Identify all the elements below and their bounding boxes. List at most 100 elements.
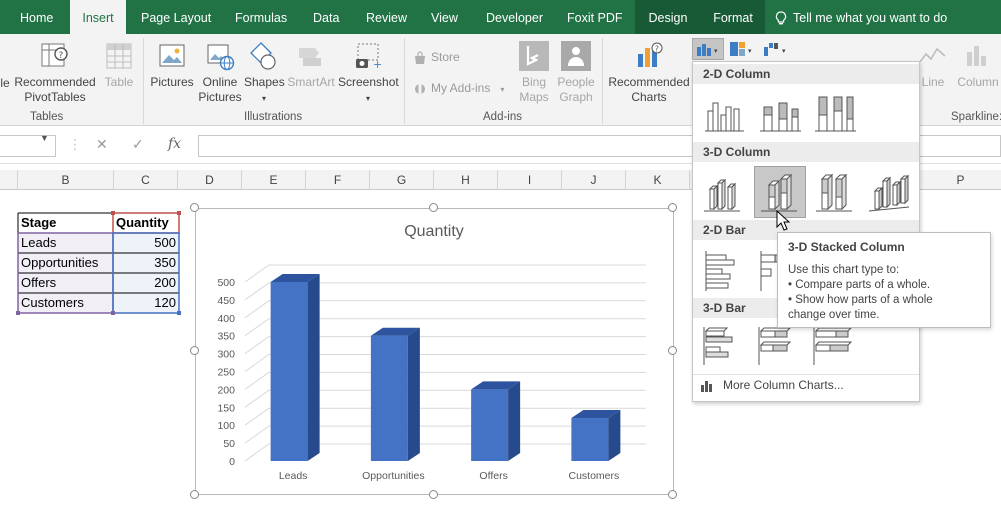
- table-cell-quantity[interactable]: 500: [113, 233, 179, 253]
- y-tick-label: 200: [217, 384, 235, 396]
- tab-home[interactable]: Home: [20, 0, 53, 34]
- bing-maps-button[interactable]: Bing Maps: [515, 40, 553, 105]
- x-category-label: Opportunities: [362, 470, 424, 482]
- y-tick-label: 0: [229, 456, 235, 468]
- chart-bar[interactable]: [270, 274, 320, 461]
- table-cell-stage[interactable]: Opportunities: [18, 253, 113, 273]
- table-header-quantity[interactable]: Quantity: [113, 213, 179, 233]
- column-chart-icon: [701, 380, 712, 392]
- pictures-button[interactable]: Pictures: [148, 40, 196, 90]
- people-graph-button[interactable]: People Graph: [555, 40, 597, 105]
- tab-foxit-pdf[interactable]: Foxit PDF: [567, 0, 623, 34]
- tab-insert[interactable]: Insert: [70, 0, 126, 34]
- store-icon: [415, 51, 425, 64]
- column-header[interactable]: B: [18, 170, 114, 190]
- tab-review[interactable]: Review: [366, 0, 407, 34]
- resize-handle[interactable]: [668, 490, 677, 499]
- table-cell-stage[interactable]: Leads: [18, 233, 113, 253]
- chart-bar[interactable]: [571, 410, 621, 461]
- chevron-down-icon: ▾: [365, 94, 370, 103]
- resize-handle[interactable]: [668, 203, 677, 212]
- chevron-down-icon: ▾: [500, 85, 505, 94]
- column-header[interactable]: G: [370, 170, 434, 190]
- insert-function-button[interactable]: fx: [168, 136, 181, 152]
- x-category-label: Customers: [568, 470, 619, 482]
- pivottable-button-partial[interactable]: le: [0, 76, 10, 91]
- 3d-100-stacked-column-option[interactable]: [809, 166, 861, 218]
- table-button[interactable]: Table: [100, 40, 138, 90]
- column-header[interactable]: J: [562, 170, 626, 190]
- tab-data[interactable]: Data: [313, 0, 339, 34]
- resize-handle[interactable]: [429, 490, 438, 499]
- tab-developer[interactable]: Developer: [486, 0, 543, 34]
- column-header[interactable]: E: [242, 170, 306, 190]
- clustered-bar-option[interactable]: [699, 244, 751, 296]
- column-header[interactable]: P: [920, 170, 1001, 190]
- column-header[interactable]: H: [434, 170, 498, 190]
- resize-handle[interactable]: [190, 203, 199, 212]
- cancel-button[interactable]: ✕: [96, 136, 108, 153]
- recommended-charts-label-2: Charts: [631, 90, 667, 104]
- people-graph-icon: [561, 41, 591, 71]
- chart-bar[interactable]: [370, 327, 420, 461]
- shapes-button[interactable]: Shapes ▾: [244, 40, 285, 106]
- clustered-column-option[interactable]: [699, 88, 751, 140]
- insert-column-chart-button[interactable]: ▾: [692, 38, 724, 60]
- tab-design[interactable]: Design: [635, 0, 701, 34]
- chevron-down-icon[interactable]: ▼: [40, 133, 49, 143]
- table-cell-quantity[interactable]: 200: [113, 273, 179, 293]
- online-pictures-button[interactable]: Online Pictures: [197, 40, 243, 105]
- more-column-charts-link[interactable]: More Column Charts...: [699, 378, 844, 393]
- resize-handle[interactable]: [429, 203, 438, 212]
- tab-view[interactable]: View: [431, 0, 458, 34]
- tell-me-text: Tell me what you want to do: [793, 11, 948, 25]
- smartart-button[interactable]: SmartArt: [286, 40, 336, 90]
- 3d-clustered-column-option[interactable]: [699, 166, 751, 218]
- recommended-pivottables-icon: ?: [41, 43, 68, 67]
- table-header-stage[interactable]: Stage: [18, 213, 113, 233]
- resize-handle[interactable]: [190, 490, 199, 499]
- 100-stacked-column-option[interactable]: [809, 88, 861, 140]
- chart-object[interactable]: Quantity 0 50 100 150 200 250 300 350 400 450 500 …: [195, 208, 674, 495]
- tab-page-layout[interactable]: Page Layout: [141, 0, 211, 34]
- tab-formulas[interactable]: Formulas: [235, 0, 287, 34]
- group-label-tables: Tables: [30, 111, 64, 123]
- column-header[interactable]: F: [306, 170, 370, 190]
- resize-handle[interactable]: [668, 346, 677, 355]
- tell-me-search[interactable]: Tell me what you want to do: [775, 0, 947, 34]
- svg-text:?: ?: [655, 45, 659, 54]
- column-header[interactable]: C: [114, 170, 178, 190]
- chart-bar[interactable]: [471, 381, 521, 461]
- column-header[interactable]: D: [178, 170, 242, 190]
- enter-button[interactable]: ✓: [132, 136, 144, 153]
- stacked-column-option[interactable]: [754, 88, 806, 140]
- sparkline-column-button[interactable]: Column: [955, 40, 1001, 90]
- 3d-column-option[interactable]: [864, 166, 916, 218]
- my-addins-button[interactable]: My Add-ins ▾: [413, 81, 504, 96]
- recommended-charts-button[interactable]: ? Recommended Charts: [606, 40, 692, 105]
- store-button[interactable]: Store: [413, 50, 460, 65]
- 3d-100-stacked-bar-icon: [813, 327, 853, 365]
- table-label: Table: [104, 75, 134, 89]
- sparkline-column-label: Column: [957, 75, 999, 89]
- lightbulb-icon: [775, 11, 787, 25]
- select-all-corner[interactable]: [0, 170, 18, 190]
- screenshot-button[interactable]: + Screenshot ▾: [338, 40, 399, 106]
- table-cell-stage[interactable]: Customers: [18, 293, 113, 313]
- table-cell-quantity[interactable]: 120: [113, 293, 179, 313]
- ribbon-separator: [404, 38, 405, 124]
- insert-waterfall-chart-button[interactable]: ▾: [760, 38, 792, 60]
- svg-text:?: ?: [59, 51, 64, 61]
- tooltip-text: • Compare parts of a whole.: [788, 279, 931, 291]
- insert-hierarchy-chart-button[interactable]: ▾: [726, 38, 758, 60]
- table-cell-stage[interactable]: Offers: [18, 273, 113, 293]
- 3d-clustered-bar-option[interactable]: [699, 320, 751, 372]
- recommended-pivottables-button[interactable]: ? Recommended PivotTables: [12, 40, 98, 105]
- chart-title[interactable]: Quantity: [404, 223, 464, 240]
- x-category-label: Offers: [479, 470, 507, 482]
- resize-handle[interactable]: [190, 346, 199, 355]
- column-header[interactable]: I: [498, 170, 562, 190]
- table-cell-quantity[interactable]: 350: [113, 253, 179, 273]
- column-header[interactable]: K: [626, 170, 690, 190]
- tab-format[interactable]: Format: [701, 0, 765, 34]
